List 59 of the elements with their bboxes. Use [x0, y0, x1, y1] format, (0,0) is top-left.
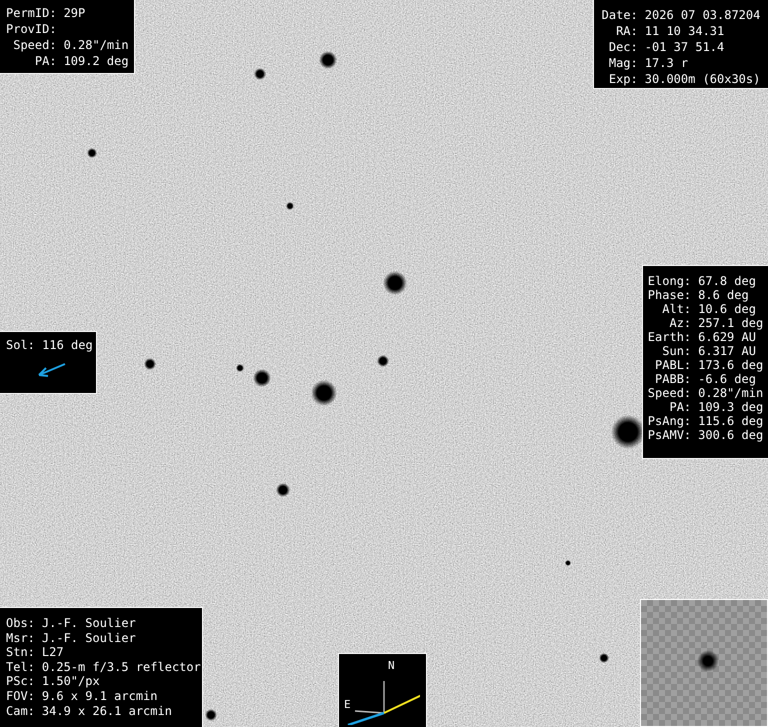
field-label: PABL:	[655, 358, 692, 372]
field-value: 115.6 deg	[698, 414, 764, 428]
field-value: 109.3 deg	[698, 400, 764, 414]
field-label: Mag:	[608, 55, 638, 71]
field-label: Az:	[669, 316, 692, 330]
field-value: J.-F. Soulier	[42, 630, 136, 646]
field-label: PA:	[669, 400, 692, 414]
field-value: 0.25-m f/3.5 reflector	[42, 660, 201, 674]
field-value: -01 37 51.4	[644, 39, 724, 55]
field-value: 30.000m (60x30s)	[644, 71, 760, 87]
field-value: L27	[42, 645, 64, 660]
field-label: PsAMV:	[648, 428, 692, 442]
field-label: PSc:	[6, 674, 35, 689]
field-value: 109.2 deg	[64, 53, 129, 69]
field-label: PA:	[34, 53, 57, 69]
field-value: 2026 07 03.87204	[644, 7, 760, 23]
north-label: N	[388, 659, 395, 672]
field-value: 6.317 AU	[698, 344, 756, 358]
field-value: 6.629 AU	[698, 330, 756, 344]
field-label: Exp:	[608, 71, 638, 87]
field-label: Speed:	[648, 386, 692, 400]
field-value: 0.28"/min	[64, 37, 129, 53]
field-value: 67.8 deg	[698, 274, 756, 288]
field-value: 173.6 deg	[698, 358, 764, 372]
field-label: Date:	[602, 7, 638, 23]
field-label: PABB:	[655, 372, 692, 386]
sun-angle-label: Sol: 116 deg	[6, 338, 93, 352]
field-label: Obs:	[6, 616, 35, 631]
field-value: 1.50"/px	[42, 674, 100, 689]
east-label: E	[344, 698, 351, 711]
field-label: Cam:	[6, 704, 35, 718]
field-label: Alt:	[662, 302, 692, 316]
field-value: 300.6 deg	[698, 428, 764, 442]
field-label: PsAng:	[648, 414, 692, 428]
field-value: 8.6 deg	[698, 288, 749, 302]
field-label: Earth:	[648, 330, 692, 344]
field-value: 9.6 x 9.1 arcmin	[42, 688, 158, 704]
field-label: Phase:	[648, 288, 692, 302]
field-label: FOV:	[6, 688, 35, 704]
field-value: 17.3 r	[644, 55, 688, 71]
field-label: ProvID:	[6, 21, 57, 37]
field-value: 11 10 34.31	[644, 23, 724, 39]
field-label: Msr:	[6, 630, 35, 646]
arrow-icon	[36, 362, 66, 378]
field-label: Speed:	[13, 37, 57, 53]
field-value: 34.9 x 26.1 arcmin	[42, 704, 172, 718]
field-label: RA:	[616, 23, 638, 39]
field-label: Sun:	[662, 344, 692, 358]
field-value: J.-F. Soulier	[42, 616, 136, 631]
field-label: Elong:	[648, 274, 692, 288]
field-label: Stn:	[6, 645, 35, 660]
field-value: -6.6 deg	[698, 372, 756, 386]
field-value: 0.28"/min	[698, 386, 764, 400]
field-label: PermID:	[6, 5, 57, 21]
field-label: Dec:	[608, 39, 638, 55]
field-label: Tel:	[6, 660, 35, 674]
field-value: 10.6 deg	[698, 302, 756, 316]
field-value: 29P	[64, 5, 86, 21]
field-value: 257.1 deg	[698, 316, 764, 330]
